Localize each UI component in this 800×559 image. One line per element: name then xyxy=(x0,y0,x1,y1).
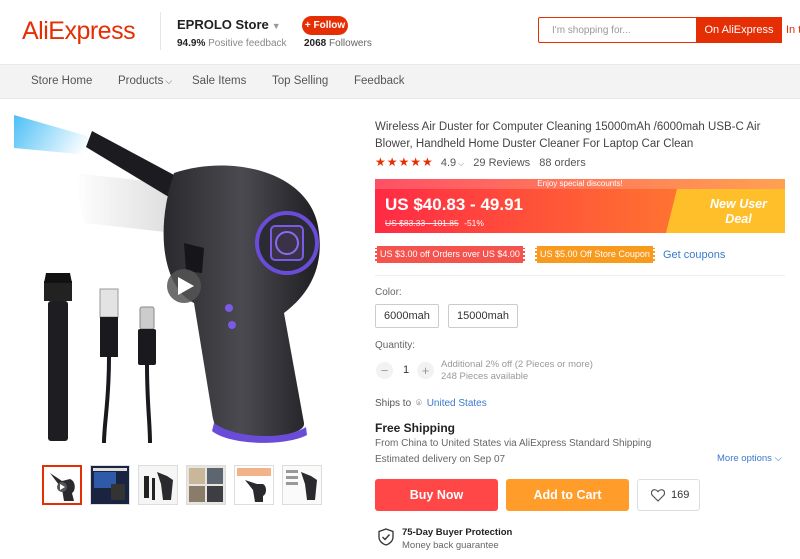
ships-to-country[interactable]: United States xyxy=(427,398,487,409)
nav-store-home[interactable]: Store Home xyxy=(31,75,92,87)
search-input[interactable] xyxy=(539,18,696,42)
deal-line-2: Deal xyxy=(725,212,752,226)
feedback-percent: 94.9% xyxy=(177,38,206,49)
wishlist-button[interactable]: 169 xyxy=(637,479,700,511)
color-label: Color: xyxy=(375,287,402,298)
followers-info: 2068 Followers xyxy=(304,38,372,49)
aliexpress-logo[interactable]: AliExpress xyxy=(22,17,136,46)
estimated-delivery: Estimated delivery on Sep 07 xyxy=(375,454,506,465)
nav-feedback[interactable]: Feedback xyxy=(354,75,405,87)
heart-icon xyxy=(651,489,665,502)
quantity-value[interactable]: 1 xyxy=(403,364,409,376)
more-options-label: More options xyxy=(717,453,772,464)
header-divider xyxy=(160,12,161,50)
chevron-down-icon: ⌵ xyxy=(774,453,782,464)
free-shipping-title: Free Shipping xyxy=(375,421,456,435)
main-product-image[interactable] xyxy=(14,113,341,458)
wishlist-count: 169 xyxy=(671,489,690,501)
price-range: US $40.83 - 49.91 xyxy=(385,195,523,214)
product-title: Wireless Air Duster for Computer Cleanin… xyxy=(375,121,761,150)
location-pin-icon: ⌾ xyxy=(415,398,422,409)
get-coupons-link[interactable]: Get coupons xyxy=(663,249,725,261)
thumbnail-5[interactable] xyxy=(234,465,274,505)
divider xyxy=(375,275,785,276)
discount-pct: -51% xyxy=(464,218,484,228)
nav-products[interactable]: Products ⌵ xyxy=(118,75,172,87)
nav-top-selling[interactable]: Top Selling xyxy=(272,75,328,87)
store-name-text: EPROLO Store xyxy=(177,17,269,32)
follow-button[interactable]: + Follow xyxy=(302,16,348,35)
stock-available: 248 Pieces available xyxy=(441,371,529,382)
nav-sale-items[interactable]: Sale Items xyxy=(192,75,246,87)
reviews-link[interactable]: 29 Reviews xyxy=(473,157,530,169)
thumbnail-4[interactable] xyxy=(186,465,226,505)
thumbnail-3[interactable] xyxy=(138,465,178,505)
add-to-cart-button[interactable]: Add to Cart xyxy=(506,479,629,511)
deal-line-1: New User xyxy=(710,197,767,211)
store-nav: Store Home Products ⌵ Sale Items Top Sell… xyxy=(0,64,800,99)
quantity-decrease-button[interactable]: − xyxy=(376,362,393,379)
nav-products-label: Products xyxy=(118,75,164,87)
ships-to: Ships to ⌾ United States xyxy=(375,398,487,409)
buyer-protection-sub: Money back guarantee xyxy=(402,540,499,551)
buyer-protection-title: 75-Day Buyer Protection xyxy=(402,527,513,538)
search-bar: On AliExpress In this store xyxy=(538,17,800,43)
feedback-label: Positive feedback xyxy=(208,38,287,49)
orders-count: 88 orders xyxy=(539,157,586,169)
quantity-label: Quantity: xyxy=(375,340,416,351)
price-banner: Enjoy special discounts! US $40.83 - 49.… xyxy=(375,179,785,233)
buy-now-button[interactable]: Buy Now xyxy=(375,479,498,511)
old-price: US $83.33 - 101.85 xyxy=(385,218,459,228)
option-15000mah[interactable]: 15000mah xyxy=(448,304,518,328)
coupon-store[interactable]: US $5.00 Off Store Coupon xyxy=(535,246,655,263)
ships-to-label: Ships to xyxy=(375,398,412,409)
store-feedback: 94.9% Positive feedback xyxy=(177,38,287,49)
rating-row: ★★★★★ 4.9 ⌵ 29 Reviews 88 orders xyxy=(375,155,586,169)
quantity-info: Additional 2% off (2 Pieces or more) 248… xyxy=(441,359,593,383)
chevron-down-icon: ⌵ xyxy=(165,76,173,86)
new-user-deal: New User Deal xyxy=(710,197,767,227)
bulk-discount-note: Additional 2% off (2 Pieces or more) xyxy=(441,359,593,370)
promo-strip: Enjoy special discounts! xyxy=(375,179,785,189)
followers-label: Followers xyxy=(329,38,372,49)
coupon-orders[interactable]: US $3.00 off Orders over US $4.00 xyxy=(375,246,525,263)
option-6000mah[interactable]: 6000mah xyxy=(375,304,439,328)
chevron-down-icon: ▼ xyxy=(271,21,281,31)
quantity-increase-button[interactable]: + xyxy=(417,362,434,379)
top-header: AliExpress EPROLO Store ▼ 94.9% Positive … xyxy=(0,0,800,64)
rating-value: 4.9 xyxy=(440,157,457,169)
store-name[interactable]: EPROLO Store ▼ xyxy=(177,17,281,32)
chevron-down-icon[interactable]: ⌵ xyxy=(458,159,464,168)
search-store-button[interactable]: In this store xyxy=(782,17,800,43)
followers-count: 2068 xyxy=(304,38,327,49)
thumbnail-1[interactable] xyxy=(42,465,82,505)
search-aliexpress-button[interactable]: On AliExpress xyxy=(696,17,782,43)
thumbnail-6[interactable] xyxy=(282,465,322,505)
original-price: US $83.33 - 101.85 -51% xyxy=(385,218,484,228)
shield-check-icon xyxy=(378,528,394,546)
thumbnail-2[interactable] xyxy=(90,465,130,505)
shipping-route: From China to United States via AliExpre… xyxy=(375,438,652,449)
more-shipping-options[interactable]: More options ⌵ xyxy=(717,453,782,464)
star-rating-icon: ★★★★★ xyxy=(375,155,434,169)
